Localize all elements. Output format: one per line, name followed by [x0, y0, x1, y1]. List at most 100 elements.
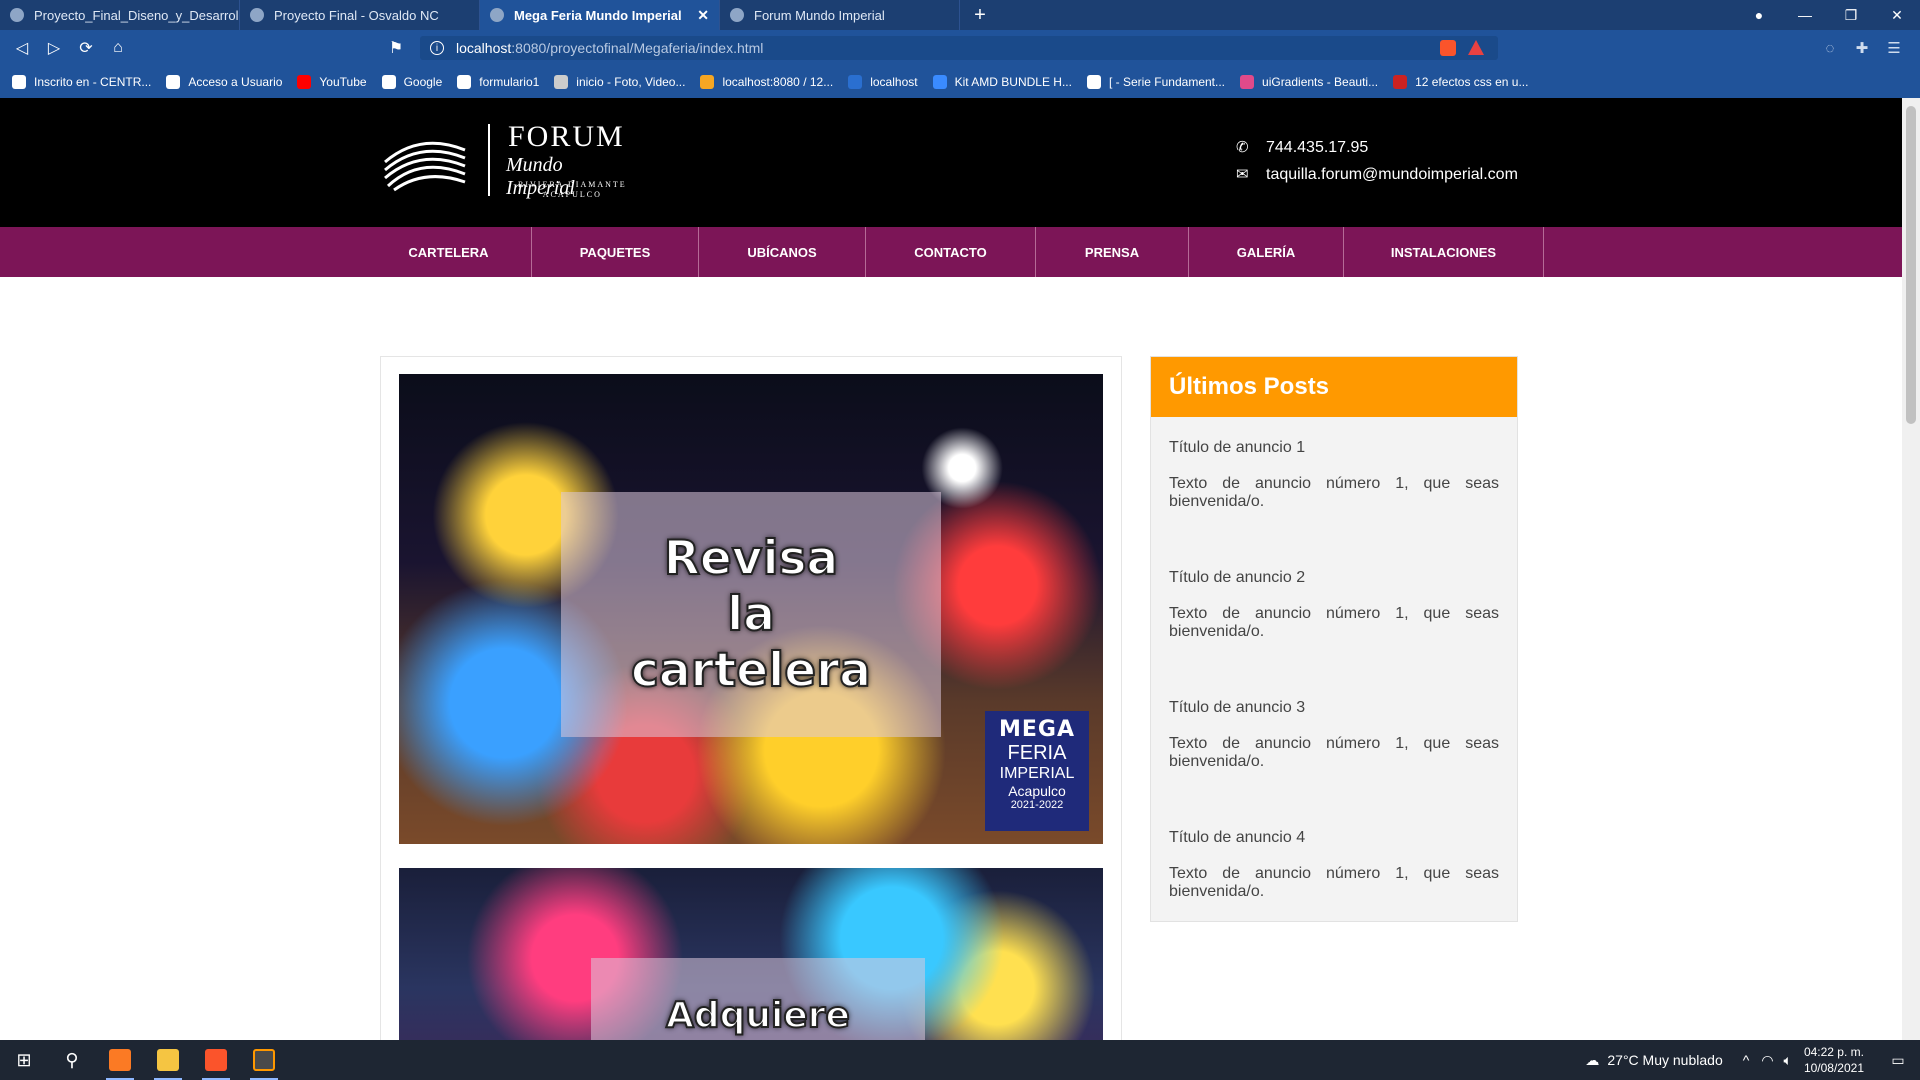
- bookmark-label: YouTube: [319, 75, 367, 89]
- bookmark-item[interactable]: 12 efectos css en u...: [1393, 75, 1528, 89]
- search-icon[interactable]: ⚲: [48, 1040, 96, 1080]
- sidebar-post: Título de anuncio 1 Texto de anuncio núme…: [1151, 439, 1517, 547]
- bookmark-item[interactable]: uiGradients - Beauti...: [1240, 75, 1378, 89]
- notifications-icon[interactable]: ▭: [1876, 1052, 1920, 1069]
- bookmark-favicon-icon: [297, 75, 312, 89]
- brave-browser-icon[interactable]: [192, 1040, 240, 1080]
- bookmark-item[interactable]: localhost:8080 / 12...: [700, 75, 833, 89]
- nav-item-prensa[interactable]: PRENSA: [1036, 227, 1189, 277]
- scrollbar-thumb[interactable]: [1906, 106, 1916, 424]
- mega-feria-badge: MEGA FERIA IMPERIAL Acapulco 2021-2022: [985, 711, 1089, 831]
- bookmark-item[interactable]: YouTube: [297, 75, 367, 89]
- promo-overlay: Revisa la cartelera: [561, 492, 941, 737]
- browser-tab-active[interactable]: Mega Feria Mundo Imperial ✕: [480, 0, 720, 30]
- bookmark-label: Acceso a Usuario: [188, 75, 283, 89]
- bookmark-favicon-icon: [457, 75, 472, 89]
- browser-tab[interactable]: Proyecto Final - Osvaldo NC: [240, 0, 480, 30]
- nav-item-instalaciones[interactable]: INSTALACIONES: [1344, 227, 1544, 277]
- show-hidden-icons-icon[interactable]: ^: [1743, 1052, 1750, 1068]
- bookmark-label: [ - Serie Fundament...: [1108, 75, 1226, 89]
- mail-icon: ✉: [1236, 166, 1249, 183]
- nav-item-ubícanos[interactable]: UBÍCANOS: [699, 227, 866, 277]
- url-path: :8080/proyectofinal/Megaferia/index.html: [511, 40, 764, 56]
- nav-item-paquetes[interactable]: PAQUETES: [532, 227, 699, 277]
- logo-tagline: RIVIERA DIAMANTE ACAPULCO: [518, 180, 627, 199]
- bookmark-item[interactable]: localhost: [848, 75, 918, 89]
- main-content-card: Revisa la cartelera MEGA FERIA IMPERIAL …: [380, 356, 1122, 1040]
- reload-icon[interactable]: ⟳: [70, 38, 102, 58]
- menu-icon[interactable]: ☰: [1878, 39, 1910, 57]
- forward-icon[interactable]: ▷: [38, 38, 70, 58]
- system-tray: ☁ 27°C Muy nublado ^ ◠ 🔈︎ 04:22 p. m. 10…: [1585, 1040, 1920, 1080]
- post-title[interactable]: Título de anuncio 1: [1169, 439, 1499, 457]
- site-logo[interactable]: FORUM Mundo Imperial RIVIERA DIAMANTE ACA…: [380, 120, 630, 200]
- windows-taskbar: ⊞ ⚲ ☁ 27°C Muy nublado ^ ◠ 🔈︎ 04:22 p. m…: [0, 1040, 1920, 1080]
- network-icon[interactable]: ◠: [1761, 1052, 1773, 1069]
- close-window-icon[interactable]: ✕: [1874, 7, 1920, 24]
- xampp-app-icon[interactable]: [96, 1040, 144, 1080]
- profile-icon[interactable]: ●: [1736, 7, 1782, 23]
- bookmark-item[interactable]: [ - Serie Fundament...: [1086, 75, 1226, 89]
- bookmark-item[interactable]: Google: [381, 75, 442, 89]
- nav-item-galería[interactable]: GALERÍA: [1189, 227, 1344, 277]
- system-clock[interactable]: 04:22 p. m. 10/08/2021: [1804, 1044, 1864, 1076]
- nav-item-contacto[interactable]: CONTACTO: [866, 227, 1036, 277]
- bookmarks-bar: Inscrito en - CENTR... Acceso a Usuario Yo…: [0, 66, 1920, 98]
- tab-title: Forum Mundo Imperial: [754, 7, 885, 23]
- site-info-icon[interactable]: i: [430, 41, 444, 55]
- promo-banner-adquiere[interactable]: Adquiere: [399, 868, 1103, 1040]
- new-tab-button[interactable]: +: [960, 0, 1000, 30]
- bookmark-label: localhost:8080 / 12...: [722, 75, 834, 89]
- nav-item-cartelera[interactable]: CARTELERA: [366, 227, 532, 277]
- bookmark-item[interactable]: inicio - Foto, Video...: [554, 75, 685, 89]
- bookmark-item[interactable]: Inscrito en - CENTR...: [12, 75, 151, 89]
- header-contact: ✆ 744.435.17.95 ✉ taquilla.forum@mundoimpe…: [1236, 134, 1518, 188]
- home-icon[interactable]: ⌂: [102, 39, 134, 57]
- brave-rewards-icon[interactable]: [1468, 40, 1484, 55]
- phone-number[interactable]: 744.435.17.95: [1266, 134, 1368, 161]
- restore-icon[interactable]: ❐: [1828, 7, 1874, 24]
- brave-shield-icon[interactable]: [1440, 40, 1456, 56]
- volume-icon[interactable]: 🔈︎: [1784, 1052, 1792, 1069]
- post-title[interactable]: Título de anuncio 4: [1169, 829, 1499, 847]
- bookmark-item[interactable]: Kit AMD BUNDLE H...: [932, 75, 1072, 89]
- address-bar[interactable]: i localhost:8080/proyectofinal/Megaferia…: [420, 36, 1498, 60]
- page-scrollbar[interactable]: [1902, 98, 1920, 1040]
- bookmark-label: 12 efectos css en u...: [1415, 75, 1529, 89]
- bookmark-favicon-icon: [932, 75, 947, 89]
- minimize-icon[interactable]: —: [1782, 7, 1828, 23]
- bookmark-item[interactable]: formulario1: [457, 75, 539, 89]
- promo-overlay: Adquiere: [591, 958, 925, 1040]
- browser-tab[interactable]: Forum Mundo Imperial: [720, 0, 960, 30]
- post-title[interactable]: Título de anuncio 3: [1169, 699, 1499, 717]
- toolbar-extras: ◌ ✚ ☰: [1814, 30, 1910, 66]
- bookmark-favicon-icon: [554, 75, 569, 89]
- file-explorer-icon[interactable]: [144, 1040, 192, 1080]
- extensions-icon[interactable]: ✚: [1846, 39, 1878, 57]
- promo-heading: Adquiere: [665, 995, 851, 1037]
- bookmark-favicon-icon: [381, 75, 396, 89]
- url-host: localhost: [456, 40, 512, 56]
- browser-tab[interactable]: Proyecto_Final_Diseno_y_Desarrollo_C: [0, 0, 240, 30]
- weather-text[interactable]: 27°C Muy nublado: [1607, 1052, 1722, 1068]
- tab-favicon-icon: [250, 8, 264, 22]
- post-title[interactable]: Título de anuncio 2: [1169, 569, 1499, 587]
- post-body: Texto de anuncio número 1, que seas bien…: [1169, 605, 1499, 640]
- bookmark-favicon-icon: [848, 75, 863, 89]
- promo-banner-cartelera[interactable]: Revisa la cartelera MEGA FERIA IMPERIAL …: [399, 374, 1103, 844]
- window-controls: ● — ❐ ✕: [1736, 0, 1920, 30]
- bookmark-icon[interactable]: ⚑: [380, 38, 412, 58]
- email-address[interactable]: taquilla.forum@mundoimperial.com: [1266, 161, 1518, 188]
- bookmark-item[interactable]: Acceso a Usuario: [166, 75, 282, 89]
- bookmark-favicon-icon: [12, 75, 26, 89]
- weather-icon[interactable]: ☁: [1585, 1052, 1599, 1069]
- close-tab-icon[interactable]: ✕: [697, 7, 709, 24]
- back-icon[interactable]: ◁: [6, 38, 38, 58]
- tab-favicon-icon: [490, 8, 504, 22]
- windows-start-icon[interactable]: ⊞: [0, 1040, 48, 1080]
- vpn-icon[interactable]: ◌: [1814, 40, 1846, 57]
- sublime-text-icon[interactable]: [240, 1040, 288, 1080]
- bookmark-favicon-icon: [700, 75, 715, 89]
- browser-toolbar: ◁ ▷ ⟳ ⌂ ⚑ i localhost:8080/proyectofinal…: [0, 30, 1920, 66]
- sidebar-post: Título de anuncio 2 Texto de anuncio núme…: [1151, 569, 1517, 677]
